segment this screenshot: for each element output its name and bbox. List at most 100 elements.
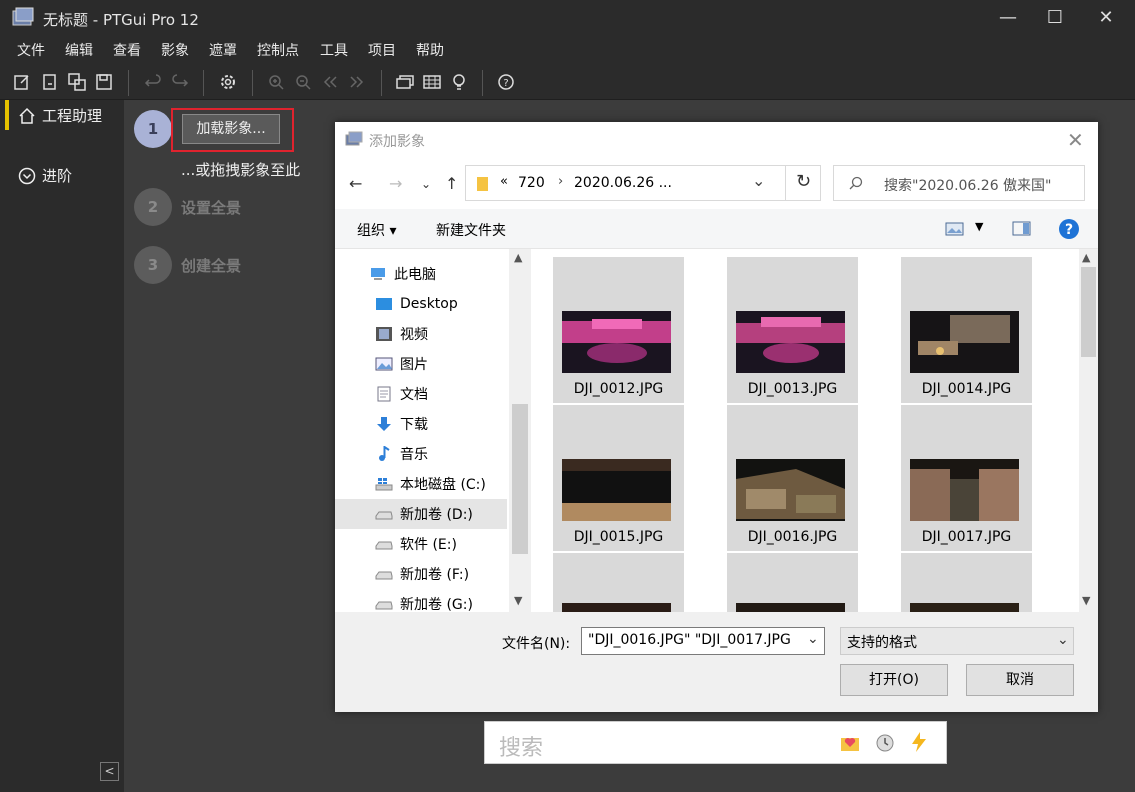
open-button[interactable]: 打开(O) <box>840 664 948 696</box>
organize-menu[interactable]: 组织 ▾ <box>357 220 396 240</box>
tree-item-this-pc[interactable]: 此电脑 <box>335 259 507 289</box>
scroll-down-icon[interactable]: ▼ <box>514 594 522 607</box>
file-item[interactable]: DJI_0012.JPG <box>553 257 684 403</box>
file-item[interactable]: DJI_0017.JPG <box>901 405 1032 551</box>
tree-scrollbar-thumb[interactable] <box>512 404 528 554</box>
tree-item-downloads[interactable]: 下载 <box>335 409 507 439</box>
file-item[interactable] <box>727 553 858 612</box>
lightbulb-icon[interactable] <box>449 72 469 92</box>
help-icon[interactable]: ? <box>496 72 516 92</box>
file-item[interactable] <box>901 553 1032 612</box>
tree-item-label: 音乐 <box>400 447 428 463</box>
toolbar: ? <box>0 64 1135 100</box>
minimize-button[interactable]: — <box>988 4 1028 32</box>
previous-icon[interactable] <box>320 72 340 92</box>
table-editor-icon[interactable] <box>422 72 442 92</box>
preview-pane-icon[interactable] <box>1012 221 1032 237</box>
tree-item-drive-f[interactable]: 新加卷 (F:) <box>335 559 507 589</box>
file-grid-scrollbar-thumb[interactable] <box>1081 267 1096 357</box>
menu-edit[interactable]: 编辑 <box>65 40 93 60</box>
panorama-editor-icon[interactable] <box>395 72 415 92</box>
forward-arrow-icon[interactable]: → <box>389 174 402 193</box>
image-thumbnail <box>910 603 1019 612</box>
zoom-out-icon[interactable] <box>293 72 313 92</box>
search-input[interactable]: 搜索"2020.06.26 傲来国" <box>833 165 1085 201</box>
recent-dropdown-icon[interactable]: ⌄ <box>421 177 431 191</box>
settings-gear-icon[interactable] <box>218 72 238 92</box>
image-thumbnail <box>562 459 671 521</box>
tree-item-videos[interactable]: 视频 <box>335 319 507 349</box>
file-grid-scrollbar[interactable]: ▲ ▼ <box>1079 249 1098 612</box>
close-button[interactable]: ✕ <box>1086 4 1126 32</box>
refresh-icon[interactable]: ↻ <box>785 165 821 201</box>
menu-tools[interactable]: 工具 <box>320 40 348 60</box>
save-icon[interactable] <box>94 72 114 92</box>
drive-icon <box>375 601 393 610</box>
next-icon[interactable] <box>347 72 367 92</box>
tree-item-pictures[interactable]: 图片 <box>335 349 507 379</box>
tree-item-label: 下载 <box>400 417 428 433</box>
ime-search-bar[interactable]: 搜索 <box>484 721 947 764</box>
file-item[interactable]: DJI_0014.JPG <box>901 257 1032 403</box>
scroll-up-icon[interactable]: ▲ <box>1082 251 1090 264</box>
up-arrow-icon[interactable]: ↑ <box>445 174 458 193</box>
menu-help[interactable]: 帮助 <box>416 40 444 60</box>
help-icon[interactable]: ? <box>1058 218 1080 240</box>
menu-control-points[interactable]: 控制点 <box>257 40 299 60</box>
file-type-select[interactable]: 支持的格式 ⌄ <box>840 627 1074 655</box>
tree-item-drive-d[interactable]: 新加卷 (D:) <box>335 499 507 529</box>
sidebar-item-advanced[interactable]: 进阶 <box>18 165 72 186</box>
view-dropdown-icon[interactable]: ▼ <box>975 220 983 233</box>
undo-icon[interactable] <box>143 72 163 92</box>
new-project-icon[interactable] <box>12 72 32 92</box>
new-folder-button[interactable]: 新建文件夹 <box>436 220 506 240</box>
tree-item-documents[interactable]: 文档 <box>335 379 507 409</box>
navigation-tree: 此电脑 Desktop 视频 图片 文档 下载 音乐 本地磁盘 (C:) 新加卷… <box>335 249 531 612</box>
sidebar-item-project-assistant[interactable]: 工程助理 <box>18 105 102 126</box>
command-bar: 组织 ▾ 新建文件夹 ▼ ? <box>335 209 1098 249</box>
tree-item-music[interactable]: 音乐 <box>335 439 507 469</box>
scroll-up-icon[interactable]: ▲ <box>514 251 522 264</box>
menu-file[interactable]: 文件 <box>17 40 45 60</box>
step-3-label: 创建全景 <box>181 257 242 275</box>
menu-project[interactable]: 项目 <box>368 40 396 60</box>
cancel-button[interactable]: 取消 <box>966 664 1074 696</box>
tree-item-drive-c[interactable]: 本地磁盘 (C:) <box>335 469 507 499</box>
lightning-icon[interactable] <box>908 731 930 753</box>
path-segment-720[interactable]: 720 <box>518 175 545 191</box>
dialog-close-icon[interactable]: ✕ <box>1067 128 1084 152</box>
step-1-circle: 1 <box>134 110 172 148</box>
computer-icon <box>371 268 385 280</box>
menu-mask[interactable]: 遮罩 <box>209 40 237 60</box>
tree-item-drive-g[interactable]: 新加卷 (G:) <box>335 589 507 612</box>
path-segment-date[interactable]: 2020.06.26 ... <box>574 175 672 191</box>
load-images-button[interactable]: 加载影象... <box>182 114 280 144</box>
duplicate-icon[interactable] <box>67 72 87 92</box>
clock-icon[interactable] <box>874 732 896 754</box>
open-project-icon[interactable] <box>40 72 60 92</box>
file-item[interactable]: DJI_0013.JPG <box>727 257 858 403</box>
maximize-button[interactable]: ☐ <box>1035 4 1075 32</box>
tree-item-drive-e[interactable]: 软件 (E:) <box>335 529 507 559</box>
collapse-sidebar-button[interactable]: < <box>100 762 119 781</box>
image-thumbnail <box>562 311 671 373</box>
menu-images[interactable]: 影象 <box>161 40 189 60</box>
drive-icon <box>375 511 393 520</box>
menu-view[interactable]: 查看 <box>113 40 141 60</box>
file-item[interactable]: DJI_0015.JPG <box>553 405 684 551</box>
address-bar[interactable]: « 720 › 2020.06.26 ... ⌄ <box>465 165 821 201</box>
tree-item-desktop[interactable]: Desktop <box>335 289 507 319</box>
file-item[interactable]: DJI_0016.JPG <box>727 405 858 551</box>
filename-input[interactable]: "DJI_0016.JPG" "DJI_0017.JPG <box>581 627 825 655</box>
tree-scrollbar[interactable]: ▲ ▼ <box>509 249 531 612</box>
view-options-icon[interactable] <box>945 222 965 236</box>
address-dropdown-icon[interactable]: ⌄ <box>752 171 765 190</box>
filename-dropdown-icon[interactable]: ⌄ <box>807 631 819 647</box>
file-item[interactable] <box>553 553 684 612</box>
chevron-down-circle-icon <box>18 167 36 184</box>
redo-icon[interactable] <box>170 72 190 92</box>
back-arrow-icon[interactable]: ← <box>349 174 362 193</box>
heart-folder-icon[interactable] <box>839 732 861 754</box>
scroll-down-icon[interactable]: ▼ <box>1082 594 1090 607</box>
zoom-in-icon[interactable] <box>266 72 286 92</box>
